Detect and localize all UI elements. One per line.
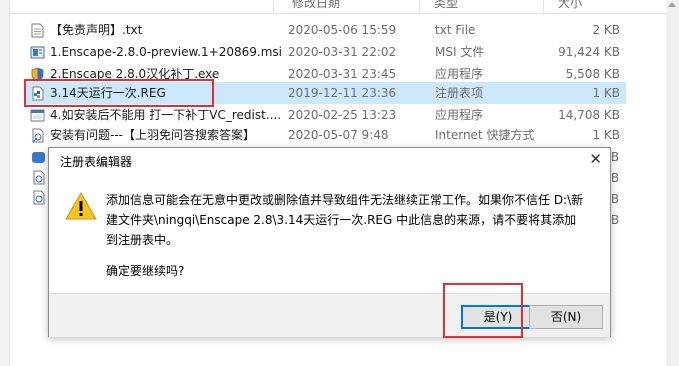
column-date[interactable]: 修改日期 <box>292 0 340 11</box>
dialog-confirm-question: 确定要继续吗? <box>106 264 185 278</box>
file-size: 2 KB <box>592 23 620 37</box>
file-date: 2020-03-31 22:02 <box>288 45 397 59</box>
file-type: MSI 文件 <box>435 45 485 59</box>
jpg-file-icon <box>32 152 45 163</box>
highlight-frame <box>24 79 214 107</box>
file-type: 注册表项 <box>435 86 484 100</box>
file-row[interactable]: 1.Enscape-2.8.0-preview.1+20869.msi 2020… <box>26 41 626 63</box>
column-size[interactable]: 大小 <box>558 0 582 11</box>
navigation-pane-edge[interactable] <box>0 0 10 366</box>
file-type: txt File <box>435 23 476 37</box>
column-type[interactable]: 类型 <box>434 0 458 11</box>
file-name: 4.如安装后不能用 打一下补丁VC_redist.... <box>50 108 282 122</box>
close-icon[interactable]: ✕ <box>589 150 602 168</box>
exe-icon <box>30 109 45 122</box>
file-date: 2020-05-06 15:59 <box>288 23 397 37</box>
file-date: 2020-02-25 13:23 <box>288 108 397 122</box>
registry-editor-dialog: 注册表编辑器 ✕ 添加信息可能会在无意中更改或删除值并导致组件无法继续正常工作。… <box>48 147 611 337</box>
no-button[interactable]: 否(N) <box>529 305 603 329</box>
file-date: 2019-12-11 23:36 <box>288 86 397 100</box>
internet-shortcut-icon <box>33 170 45 185</box>
file-name: 【免责声明】.txt <box>50 23 143 37</box>
scroll-up-arrow-icon[interactable] <box>668 2 676 7</box>
dialog-button-bar: 是(Y) 否(N) <box>49 293 610 337</box>
column-header: 修改日期 类型 大小 <box>10 0 679 14</box>
text-file-icon <box>31 23 44 38</box>
column-separator[interactable] <box>419 0 420 13</box>
file-type: Internet 快捷方式 <box>435 128 535 142</box>
warning-icon <box>65 192 97 220</box>
file-size: 1 KB <box>592 86 620 100</box>
column-separator[interactable] <box>273 0 274 13</box>
file-explorer: 修改日期 类型 大小 【免责声明】.txt 2020-05-06 15:59 t… <box>0 0 679 366</box>
file-type: 应用程序 <box>435 108 484 122</box>
file-row[interactable]: 【免责声明】.txt 2020-05-06 15:59 txt File 2 K… <box>26 19 626 41</box>
internet-shortcut-icon <box>32 128 44 143</box>
file-date: 2020-05-07 9:48 <box>288 128 389 142</box>
file-name: 安装有问题---【上羽免问答搜索答案】 <box>50 128 255 142</box>
highlight-frame <box>443 283 523 338</box>
msi-installer-icon <box>30 46 45 59</box>
internet-shortcut-icon <box>33 190 45 205</box>
column-separator[interactable] <box>543 0 544 13</box>
dialog-title: 注册表编辑器 <box>60 155 133 169</box>
file-size: 91,424 KB <box>558 45 620 59</box>
file-row[interactable]: 4.如安装后不能用 打一下补丁VC_redist.... 2020-02-25 … <box>26 104 626 126</box>
file-row[interactable]: 安装有问题---【上羽免问答搜索答案】 2020-05-07 9:48 Inte… <box>26 124 626 146</box>
vertical-scrollbar[interactable] <box>666 0 679 366</box>
file-size: 14,708 KB <box>558 108 620 122</box>
file-size: 1 KB <box>592 128 620 142</box>
file-name: 1.Enscape-2.8.0-preview.1+20869.msi <box>50 45 283 59</box>
dialog-message: 添加信息可能会在无意中更改或删除值并导致组件无法继续正常工作。如果你不信任 D:… <box>106 193 584 247</box>
